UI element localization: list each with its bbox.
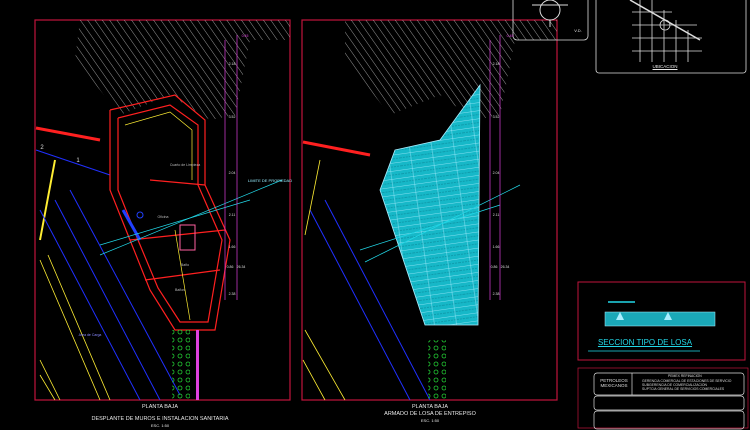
slab-section	[577, 281, 746, 361]
axis-label-1: 1	[76, 158, 80, 164]
vegetation-strip	[172, 330, 190, 400]
company-name: PETROLEOS MEXICANOS	[600, 378, 628, 388]
neighbor-buildings-hatch	[75, 20, 290, 120]
left-plan-scale: ESC. 1:50	[150, 423, 170, 428]
dimension: 0.45	[506, 34, 514, 38]
title-block-line: SUPTCIA GENERAL DE SERVICIOS COMERCIALES	[642, 387, 725, 391]
room-label: Oficina	[157, 215, 169, 219]
left-plan-subtitle: DESPLANTE DE MUROS E INSTALACION SANITAR…	[91, 416, 229, 422]
dimension: 2.38	[228, 292, 236, 296]
dimension: 2.18	[492, 62, 500, 66]
dimension: 2.38	[492, 292, 500, 296]
location-map	[595, 0, 747, 74]
room-label: Cuarto de Limpieza	[169, 163, 201, 167]
room-label: Baño	[180, 263, 190, 267]
right-plan	[301, 19, 558, 401]
slab-reinforcement-area	[379, 83, 481, 326]
left-plan	[34, 19, 291, 401]
dimension: 3.52	[228, 115, 236, 119]
curb-line	[35, 126, 101, 142]
dimension: 1.66	[492, 245, 500, 249]
right-plan-title: PLANTA BAJA	[412, 404, 448, 410]
dimension: 1.66	[228, 245, 236, 249]
dimension: 26.34	[236, 265, 246, 269]
room-label: Area de Carga	[78, 333, 102, 337]
dimension: 2.11	[492, 213, 500, 217]
dimension: 2.18	[228, 62, 236, 66]
section-title: SECCION TIPO DE LOSA	[597, 338, 693, 347]
location-label: UBICACION	[652, 64, 678, 69]
compass-label: V.D.	[574, 28, 582, 33]
division-name: PEMEX REFINACION	[668, 374, 702, 378]
dimension: 0.45	[241, 34, 249, 38]
dimension: 0.86	[490, 265, 498, 269]
dimension: 2.11	[228, 213, 236, 217]
dimension: 3.52	[492, 115, 500, 119]
room-label: Baños	[175, 288, 185, 292]
right-plan-scale: ESC. 1:50	[420, 418, 440, 423]
property-line-label: LIMITE DE PROPIEDAD	[247, 178, 293, 183]
right-plan-subtitle: ARMADO DE LOSA DE ENTREPISO	[384, 411, 476, 417]
dimension: 2.04	[228, 171, 236, 175]
sanitary-pipes	[121, 209, 144, 241]
axis-label-2: 2	[40, 145, 44, 151]
dimension: 26.34	[500, 265, 510, 269]
walls	[109, 94, 231, 331]
dimension: 0.86	[226, 265, 234, 269]
street-axis-lines	[35, 149, 181, 401]
dimension: 2.04	[492, 171, 500, 175]
left-plan-title: PLANTA BAJA	[142, 404, 178, 410]
cad-drawing-canvas[interactable]	[0, 0, 750, 430]
